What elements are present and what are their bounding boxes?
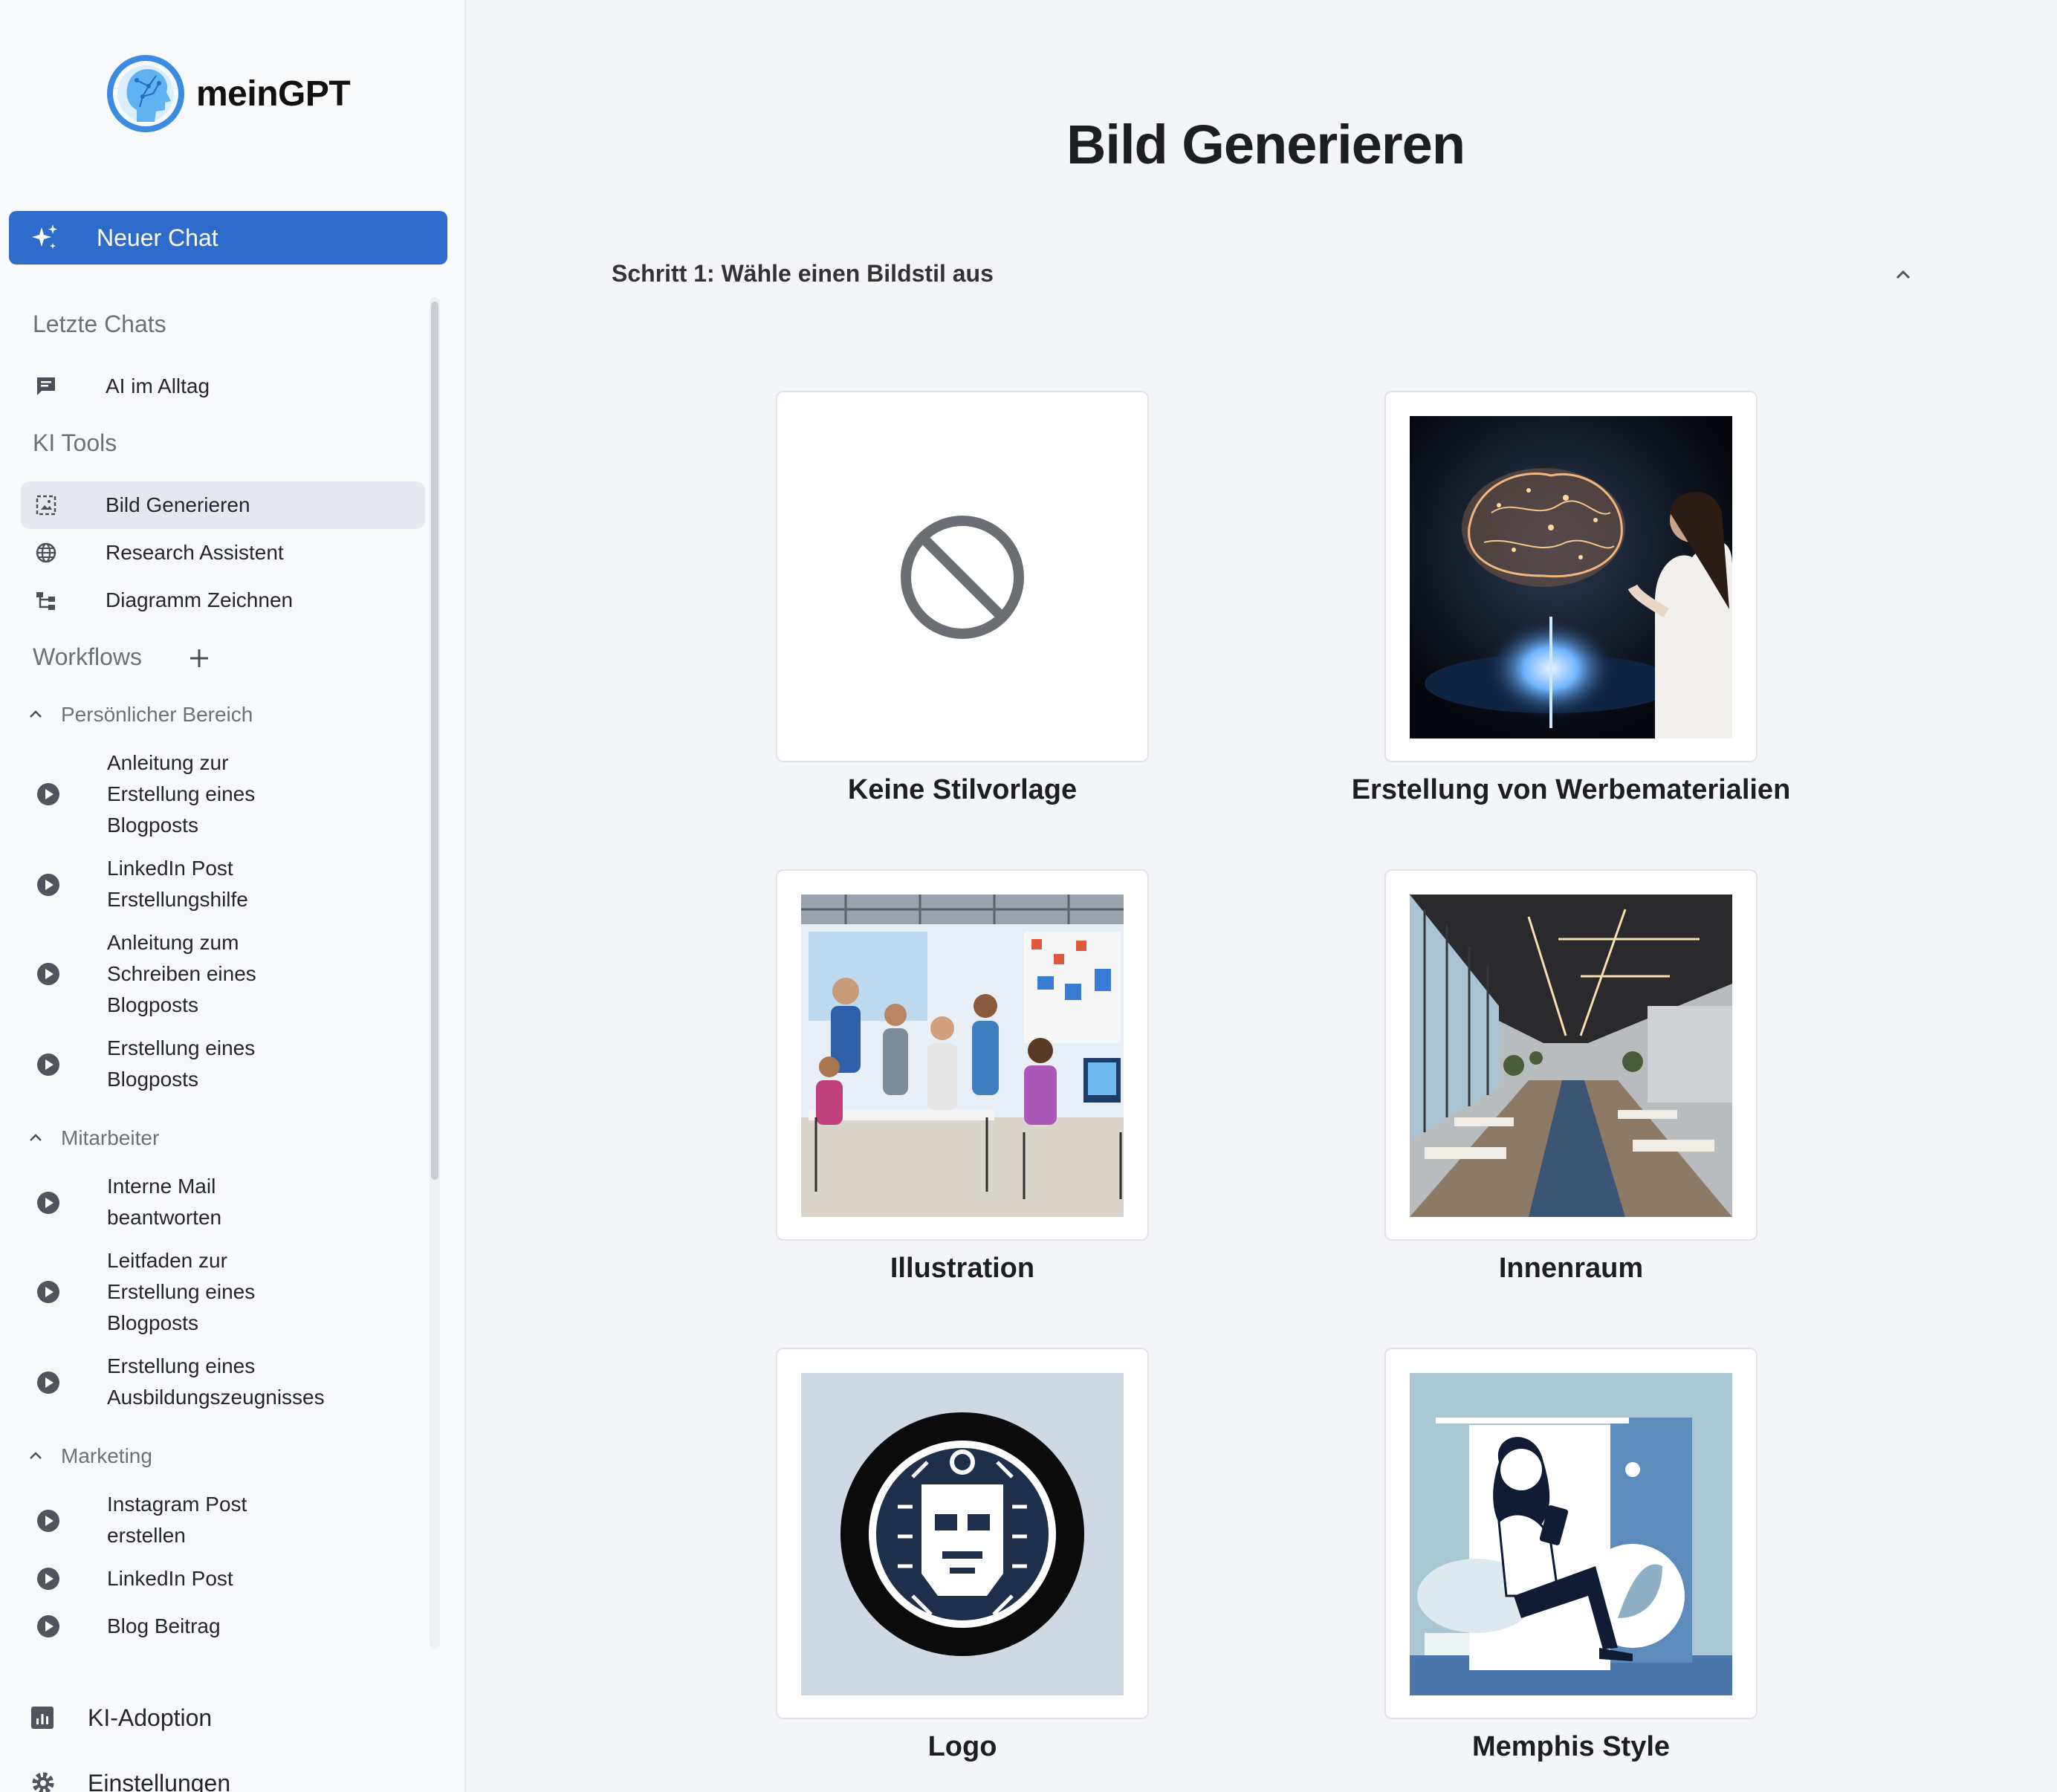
diagram-icon: [36, 592, 55, 610]
play-icon: [37, 1568, 59, 1590]
tool-research-assistent[interactable]: Research Assistent: [21, 529, 425, 577]
chevron-up-icon: [30, 710, 42, 718]
settings-label: Einstellungen: [88, 1769, 231, 1792]
workflow-item[interactable]: LinkedIn Post Erstellungshilfe: [21, 853, 425, 915]
sidebar-scroll-area: Letzte Chats AI im Alltag KI Tools Bild …: [0, 297, 446, 1649]
play-icon: [37, 1615, 59, 1637]
chevron-up-icon: [30, 1134, 42, 1141]
group-mitarbeiter[interactable]: Mitarbeiter: [27, 1123, 159, 1153]
sparkles-icon: [32, 224, 57, 249]
step-1-heading[interactable]: Schritt 1: Wähle einen Bildstil aus: [612, 260, 994, 288]
play-icon: [37, 783, 59, 805]
tool-label: Research Assistent: [106, 541, 284, 564]
group-persoenlicher-bereich[interactable]: Persönlicher Bereich: [27, 700, 253, 730]
play-icon: [37, 1371, 59, 1394]
workflow-item[interactable]: Interne Mail beantworten: [21, 1171, 425, 1233]
sidebar: meinGPT Neuer Chat Letzte Chats AI im Al…: [0, 0, 466, 1792]
style-label: Erstellung von Werbematerialien: [1351, 774, 1791, 805]
workflow-item[interactable]: Leitfaden zur Erstellung eines Blogposts: [21, 1245, 425, 1339]
settings-link[interactable]: Einstellungen: [30, 1765, 230, 1792]
style-card-keine-stilvorlage[interactable]: [776, 391, 1149, 762]
workflow-label: Interne Mail beantworten: [107, 1175, 222, 1229]
play-icon: [37, 963, 59, 985]
ki-tools-heading: KI Tools: [33, 429, 117, 456]
style-card-memphis-style[interactable]: [1384, 1348, 1758, 1719]
logo-head-icon: [107, 55, 184, 132]
play-icon: [37, 874, 59, 896]
style-label: Innenraum: [1498, 1253, 1644, 1284]
robot-logo-image: [801, 1373, 1124, 1695]
style-label: Logo: [927, 1731, 997, 1762]
tool-label: Bild Generieren: [106, 493, 250, 516]
style-card-innenraum[interactable]: [1384, 869, 1758, 1241]
tool-bild-generieren[interactable]: Bild Generieren: [21, 481, 425, 529]
group-label: Marketing: [61, 1444, 152, 1467]
new-chat-label: Neuer Chat: [97, 224, 218, 251]
workflow-item[interactable]: Anleitung zur Erstellung eines Blogposts: [21, 747, 425, 841]
app-logo[interactable]: meinGPT: [107, 51, 351, 137]
gear-icon: [32, 1772, 54, 1792]
no-style-thumbnail: [801, 416, 1124, 738]
workflow-label: Erstellung eines Blogposts: [107, 1036, 256, 1091]
tool-label: Diagramm Zeichnen: [106, 588, 294, 611]
workflow-label: Blog Beitrag: [107, 1614, 221, 1637]
workflow-item[interactable]: LinkedIn Post: [21, 1563, 425, 1596]
globe-icon: [36, 542, 56, 563]
workflow-item[interactable]: Instagram Post erstellen: [21, 1489, 425, 1551]
brain-hologram-image: [1410, 416, 1732, 738]
style-label: Memphis Style: [1471, 1731, 1671, 1762]
workflow-label: Erstellung eines Ausbildungszeugnisses: [107, 1354, 325, 1409]
office-team-illustration: [801, 895, 1124, 1217]
new-chat-button[interactable]: Neuer Chat: [9, 211, 447, 264]
office-interior-image: [1410, 895, 1732, 1217]
chevron-up-icon[interactable]: [1891, 263, 1915, 287]
workflow-label: Anleitung zum Schreiben eines Blogposts: [107, 931, 256, 1016]
main-content: Bild Generieren Schritt 1: Wähle einen B…: [467, 0, 2057, 1792]
workflow-label: LinkedIn Post: [107, 1567, 233, 1590]
workflows-heading: Workflows: [33, 643, 142, 670]
page-title: Bild Generieren: [1066, 114, 1465, 175]
workflow-label: Anleitung zur Erstellung eines Blogposts: [107, 751, 256, 837]
group-marketing[interactable]: Marketing: [27, 1441, 152, 1471]
chat-icon: [37, 377, 55, 395]
workflow-label: Leitfaden zur Erstellung eines Blogposts: [107, 1249, 256, 1334]
logo-text: meinGPT: [196, 74, 351, 114]
play-icon: [37, 1054, 59, 1076]
group-label: Persönlicher Bereich: [61, 703, 253, 726]
workflow-label: LinkedIn Post Erstellungshilfe: [107, 857, 248, 911]
play-icon: [37, 1510, 59, 1532]
play-icon: [37, 1281, 59, 1303]
add-workflow-icon[interactable]: [187, 646, 211, 670]
style-label: Keine Stilvorlage: [847, 774, 1078, 805]
ki-adoption-link[interactable]: KI-Adoption: [30, 1700, 212, 1736]
play-icon: [37, 1192, 59, 1214]
style-card-logo[interactable]: [776, 1348, 1149, 1719]
tool-diagramm-zeichnen[interactable]: Diagramm Zeichnen: [21, 577, 425, 624]
chevron-up-icon: [30, 1452, 42, 1459]
workflow-item[interactable]: Erstellung eines Ausbildungszeugnisses: [21, 1351, 425, 1413]
style-card-werbematerialien[interactable]: [1384, 391, 1758, 762]
style-label: Illustration: [890, 1253, 1035, 1284]
ki-adoption-label: KI-Adoption: [88, 1704, 213, 1731]
workflow-item[interactable]: Erstellung eines Blogposts: [21, 1033, 425, 1095]
workflow-label: Instagram Post erstellen: [107, 1493, 247, 1547]
recent-chat-label: AI im Alltag: [106, 374, 210, 397]
workflow-item[interactable]: Blog Beitrag: [21, 1611, 425, 1643]
style-card-illustration[interactable]: [776, 869, 1149, 1241]
recent-chat-item[interactable]: AI im Alltag: [21, 363, 425, 410]
memphis-woman-tablet-image: [1410, 1373, 1732, 1695]
group-label: Mitarbeiter: [61, 1126, 160, 1149]
no-style-icon: [901, 516, 1024, 639]
workflow-item[interactable]: Anleitung zum Schreiben eines Blogposts: [21, 927, 425, 1021]
chart-icon: [31, 1707, 54, 1729]
image-icon: [36, 495, 56, 516]
recent-chats-heading: Letzte Chats: [33, 311, 166, 337]
